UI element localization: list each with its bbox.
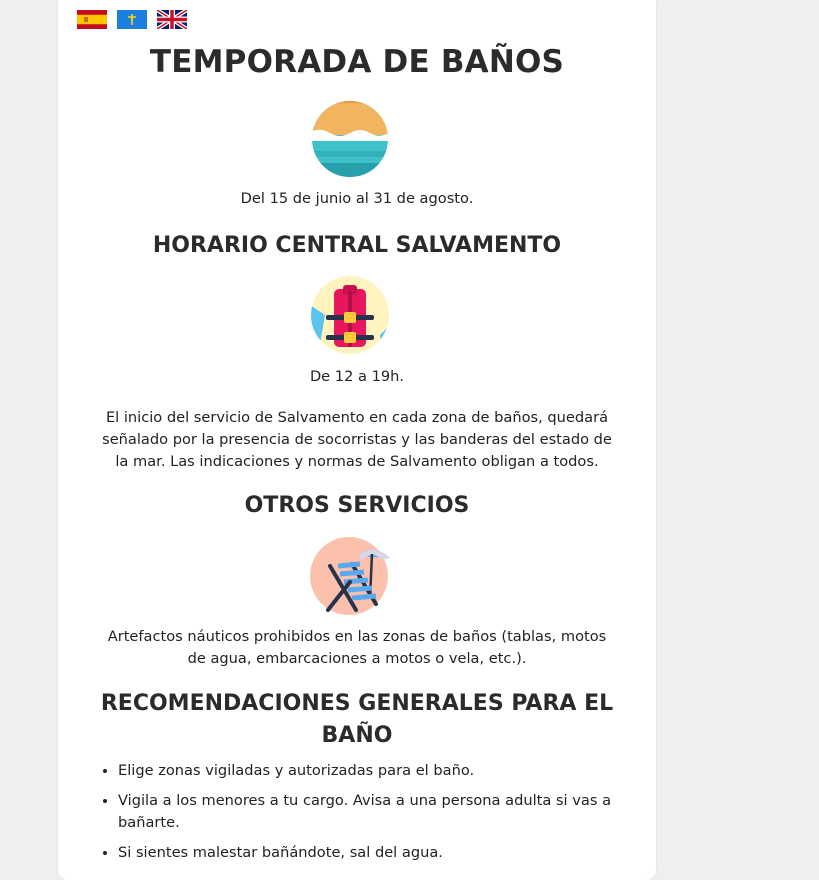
rescue-schedule-heading: HORARIO CENTRAL SALVAMENTO — [152, 233, 562, 258]
recommendations-heading-line2: BAÑO — [321, 723, 393, 748]
deck-chair-umbrella-icon — [310, 537, 390, 615]
list-item: Elige zonas vigiladas y autorizadas para… — [118, 760, 638, 782]
recommendations-list: Elige zonas vigiladas y autorizadas para… — [100, 760, 638, 872]
beach-icon — [312, 101, 388, 177]
season-dates: Del 15 de junio al 31 de agosto. — [240, 190, 474, 207]
life-jacket-icon — [311, 276, 389, 354]
other-services-heading: OTROS SERVICIOS — [244, 493, 470, 518]
spanish-flag-icon[interactable] — [77, 10, 107, 29]
list-item: Vigila a los menores a tu cargo. Avisa a… — [118, 790, 638, 834]
english-flag-icon[interactable] — [157, 10, 187, 29]
asturian-flag-icon[interactable] — [117, 10, 147, 29]
language-selector — [77, 10, 187, 29]
recommendations-heading-line1: RECOMENDACIONES GENERALES PARA EL — [100, 691, 614, 716]
other-services-description: Artefactos náuticos prohibidos en las zo… — [107, 628, 607, 667]
rescue-hours: De 12 a 19h. — [309, 368, 405, 385]
rescue-description: El inicio del servicio de Salvamento en … — [102, 409, 612, 470]
list-item: Si sientes malestar bañándote, sal del a… — [118, 842, 638, 864]
content-card: TEMPORADA DE BAÑOS Del 15 de junio al 31… — [58, 0, 656, 880]
recommendations-heading: RECOMENDACIONES GENERALES PARA EL BAÑO — [58, 688, 656, 752]
page-title: TEMPORADA DE BAÑOS — [149, 44, 565, 80]
